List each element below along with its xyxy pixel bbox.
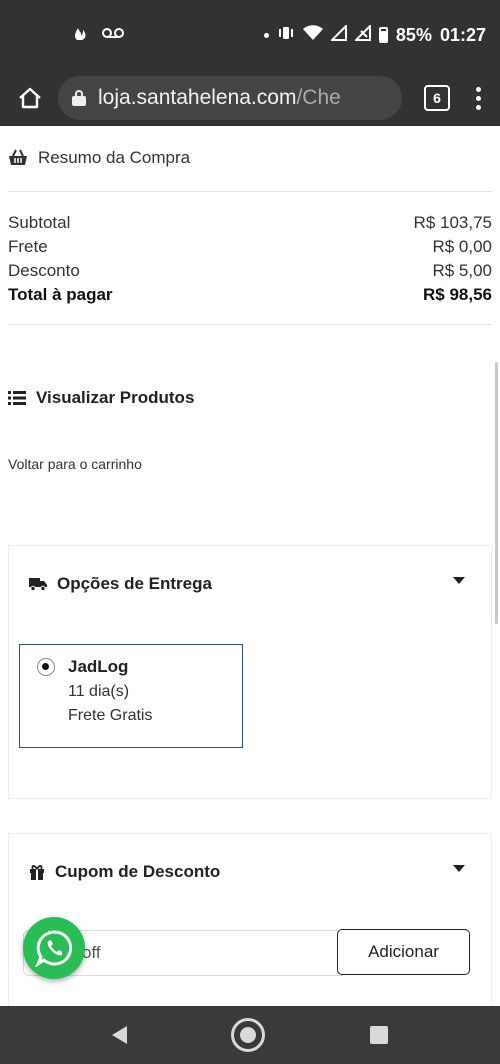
vibrate-icon [277, 25, 295, 46]
entrega-title: Opções de Entrega [57, 574, 212, 593]
cupom-header[interactable]: Cupom de Desconto [29, 862, 220, 882]
chevron-down-icon[interactable] [453, 865, 465, 872]
resumo-title: Resumo da Compra [38, 148, 191, 167]
home-icon [19, 87, 41, 109]
whatsapp-button[interactable] [23, 917, 85, 979]
lock-icon [72, 90, 86, 106]
whatsapp-icon [35, 930, 73, 967]
cupom-card: Cupom de Desconto off Adicionar [8, 833, 492, 1006]
entrega-card: Opções de Entrega JadLog 11 dia(s) Frete… [8, 545, 492, 799]
page-content: Resumo da Compra Subtotal R$ 103,75 Fret… [0, 126, 500, 1006]
home-circle-icon[interactable] [231, 1018, 266, 1052]
signal-icon [329, 23, 347, 46]
summary-row-desconto: Desconto R$ 5,00 [8, 261, 492, 281]
summary-label: Desconto [8, 261, 80, 280]
summary-row-subtotal: Subtotal R$ 103,75 [8, 213, 492, 233]
scrollbar[interactable] [495, 362, 498, 624]
android-nav-bar [0, 1006, 500, 1064]
summary-label: Frete [8, 237, 48, 256]
back-icon[interactable] [112, 1026, 128, 1044]
basket-icon [9, 149, 27, 165]
add-coupon-button[interactable]: Adicionar [337, 929, 470, 975]
voltar-carrinho-link[interactable]: Voltar para o carrinho [8, 456, 142, 472]
status-bar: 85% 01:27 [0, 0, 500, 70]
browser-toolbar: loja.santahelena.com/Che 6 [0, 70, 500, 126]
summary-value: R$ 5,00 [432, 261, 492, 280]
recents-icon[interactable] [369, 1026, 388, 1044]
voicemail-icon [102, 26, 124, 44]
divider [8, 191, 492, 192]
visualizar-label: Visualizar Produtos [36, 388, 195, 407]
shipping-price: Frete Gratis [68, 707, 153, 724]
total-value: R$ 98,56 [423, 285, 492, 304]
home-button[interactable] [12, 80, 48, 116]
status-left-icons [72, 24, 124, 47]
shipping-days: 11 dia(s) [68, 683, 130, 700]
shipping-name: JadLog [68, 657, 129, 676]
radio-selected[interactable] [37, 658, 55, 676]
resumo-header: Resumo da Compra [8, 148, 190, 168]
list-icon [8, 391, 26, 405]
entrega-header[interactable]: Opções de Entrega [29, 574, 212, 594]
url-bar[interactable]: loja.santahelena.com/Che [58, 76, 402, 120]
truck-icon [29, 578, 47, 591]
url-host: loja.santahelena.com [98, 86, 297, 109]
notification-dot-icon [263, 32, 269, 38]
url-text[interactable]: loja.santahelena.com/Che [98, 86, 341, 110]
wifi-icon [302, 24, 323, 46]
status-right-icons: 85% 01:27 [263, 23, 486, 46]
gift-icon [30, 865, 44, 880]
cupom-title: Cupom de Desconto [55, 862, 221, 881]
summary-value: R$ 0,00 [432, 237, 492, 256]
shipping-option-jadlog[interactable]: JadLog 11 dia(s) Frete Gratis [19, 644, 243, 748]
tab-switcher-button[interactable]: 6 [424, 85, 450, 111]
divider [8, 324, 492, 325]
summary-row-frete: Frete R$ 0,00 [8, 237, 492, 257]
battery-percent: 85% [395, 24, 432, 45]
chevron-down-icon[interactable] [453, 577, 465, 584]
url-path: /Che [296, 86, 341, 109]
battery-icon [378, 27, 388, 43]
flame-leaf-icon [72, 24, 90, 47]
summary-value: R$ 103,75 [413, 213, 492, 232]
visualizar-produtos-toggle[interactable]: Visualizar Produtos [8, 388, 194, 408]
total-label: Total à pagar [8, 285, 113, 304]
summary-row-total: Total à pagar R$ 98,56 [8, 285, 492, 305]
overflow-menu-icon[interactable] [468, 86, 488, 110]
clock: 01:27 [439, 24, 486, 45]
summary-label: Subtotal [8, 213, 71, 232]
no-signal-icon [353, 23, 371, 46]
